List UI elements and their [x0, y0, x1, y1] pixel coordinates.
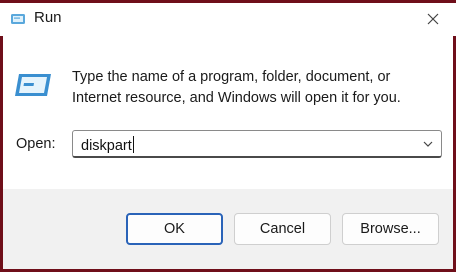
dialog-description: Type the name of a program, folder, docu…	[72, 69, 401, 106]
run-program-icon	[15, 74, 51, 96]
dialog-content: Type the name of a program, folder, docu…	[3, 36, 453, 189]
run-icon	[11, 14, 25, 24]
chevron-down-icon[interactable]	[421, 137, 435, 151]
title-bar: Run	[0, 0, 456, 36]
ok-button[interactable]: OK	[126, 213, 223, 245]
cancel-button[interactable]: Cancel	[234, 213, 331, 245]
close-icon	[427, 13, 439, 25]
open-label-text: Open:	[16, 136, 56, 152]
text-caret	[132, 136, 134, 153]
run-dialog: Run Type the name of a program, folder, …	[0, 0, 456, 272]
open-combobox[interactable]: diskpart	[72, 130, 442, 158]
button-bar: OK Cancel Browse...	[3, 189, 453, 269]
browse-button[interactable]: Browse...	[342, 213, 439, 245]
open-label: Open:	[16, 136, 56, 152]
window-title: Run	[34, 9, 62, 26]
close-button[interactable]	[416, 4, 450, 34]
open-input[interactable]: diskpart	[81, 136, 134, 154]
open-input-value: diskpart	[81, 138, 132, 154]
